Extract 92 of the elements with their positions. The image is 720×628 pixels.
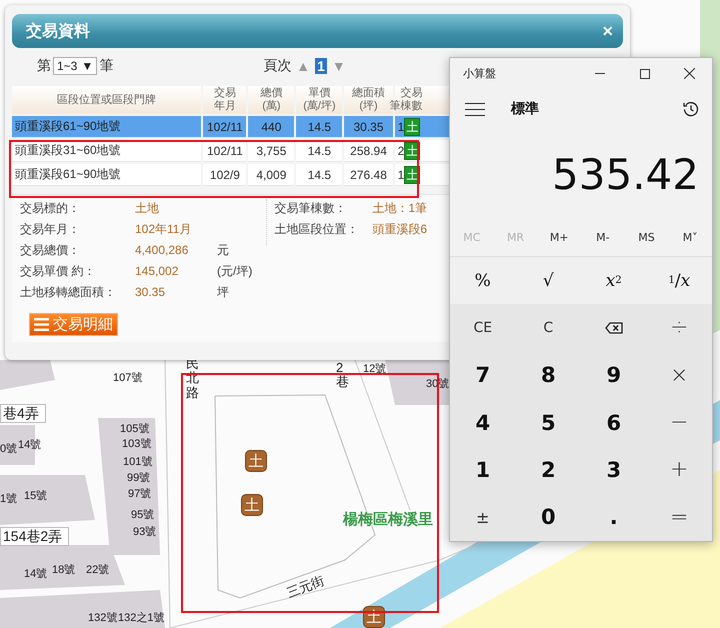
lane-label: 154巷2弄: [0, 527, 70, 546]
window-title: 小算盤: [463, 66, 497, 81]
detail-label: 土地區段位置：: [274, 220, 360, 238]
menu-icon[interactable]: [465, 102, 485, 116]
detail-value: 102年11月: [135, 220, 192, 238]
table-cell: 14.5: [296, 140, 342, 162]
table-cell: 4,009: [248, 164, 294, 186]
road-label: 2巷: [336, 361, 349, 390]
range-select[interactable]: 1~3 ▼: [53, 57, 98, 75]
table-cell: 1: [398, 120, 404, 134]
detail-value: 土地: [135, 200, 160, 216]
house-number-label: 107號: [113, 372, 142, 385]
function-key[interactable]: x$^{2}$: [581, 257, 646, 304]
function-key[interactable]: %: [450, 257, 516, 304]
table-cell: 14.5: [296, 164, 342, 186]
dialog-title: 交易資料: [26, 21, 90, 42]
unit-label: 坪: [217, 284, 229, 300]
detail-value: 土地：1筆: [372, 200, 428, 216]
detail-label: 交易標的：: [20, 200, 81, 216]
land-marker[interactable]: 土: [245, 450, 267, 472]
column-header: 單價(萬/坪): [296, 86, 342, 114]
house-number-label: 12號: [363, 363, 386, 376]
memory-button[interactable]: MS: [624, 231, 668, 244]
table-cell: 276.48: [344, 164, 393, 186]
table-row[interactable]: 頭重溪段31~60地號 102/11 3,755 14.5 258.94 2 土: [12, 140, 470, 162]
column-header: 總價(萬): [248, 86, 294, 114]
backspace-icon: [604, 322, 623, 334]
house-number-label: 15號: [24, 490, 48, 503]
function-key[interactable]: $^{1}$/x: [646, 257, 712, 304]
table-cell: 440: [248, 116, 294, 138]
house-number-label: 95號: [131, 509, 154, 522]
table-cell: 102/11: [203, 116, 246, 138]
history-icon[interactable]: [683, 101, 699, 117]
table-cell: 102/9: [203, 164, 246, 186]
detail-label: 交易年月：: [20, 220, 81, 238]
detail-label: 土地移轉總面積：: [20, 284, 117, 300]
function-key[interactable]: √: [516, 257, 581, 304]
unit-label: (元/坪): [217, 262, 252, 280]
house-number-label: 105號: [120, 423, 150, 436]
table-row[interactable]: 頭重溪段61~90地號 102/9 4,009 14.5 276.48 1 土: [12, 164, 470, 186]
detail-label: 交易單價 約：: [20, 262, 96, 280]
memory-button[interactable]: M-: [581, 231, 625, 244]
table-row[interactable]: 頭重溪段61~90地號 102/11 440 14.5 30.35 1 土: [12, 116, 470, 138]
column-header: 交易年月: [203, 86, 246, 114]
house-number-label: 99號: [127, 472, 150, 485]
table-cell: 30.35: [344, 116, 393, 138]
unit-label: 元: [217, 242, 229, 258]
house-number-label: 103號: [122, 438, 152, 451]
table-cell: 頭重溪段31~60地號: [12, 140, 202, 162]
minimize-icon: [594, 73, 604, 74]
close-icon: [684, 68, 695, 79]
detail-value: 30.35: [135, 285, 166, 299]
table-cell: 258.94: [344, 140, 393, 162]
memory-button[interactable]: M+: [537, 231, 582, 244]
table-cell: 頭重溪段61~90地號: [12, 164, 202, 186]
house-number-label: 93號: [133, 526, 156, 539]
house-number-label: 18號: [52, 564, 76, 577]
table-cell: 1: [398, 168, 404, 182]
house-number-label: 14號: [18, 439, 42, 452]
column-header: 區段位置或區段門牌: [12, 86, 202, 114]
detail-value: 4,400,286: [135, 243, 190, 257]
house-number-label: 14號: [24, 568, 48, 581]
detail-label: 交易筆棟數：: [274, 200, 348, 216]
display-value: 535.42: [551, 148, 700, 200]
table-cell: 頭重溪段61~90地號: [12, 116, 202, 138]
detail-value: 頭重溪段6: [372, 220, 428, 238]
maximize-icon: [640, 68, 650, 78]
street-label: 三元街: [284, 573, 326, 600]
mode-title: 標準: [511, 100, 540, 118]
detail-value: 145,002: [135, 264, 180, 278]
pager-label: 頁次: [263, 57, 292, 75]
house-number-label: 22號: [86, 564, 110, 577]
house-number-label: 0號: [0, 443, 18, 456]
table-cell: 14.5: [296, 116, 342, 138]
page-number[interactable]: 1: [315, 58, 327, 74]
table-cell: 102/11: [203, 140, 246, 162]
land-marker[interactable]: 土: [241, 494, 263, 516]
range-prefix: 第: [37, 57, 51, 75]
table-cell: 3,755: [248, 140, 294, 162]
house-number-label: 1號: [0, 493, 18, 506]
house-number-label: 101號: [123, 456, 152, 469]
land-badge: 土: [404, 118, 420, 136]
list-icon: [34, 318, 49, 331]
lane-label: 巷4弄: [0, 404, 46, 423]
house-number-label: 132之1號: [118, 612, 164, 625]
memory-button[interactable]: M˅: [668, 231, 712, 244]
district-label: 楊梅區梅溪里: [343, 513, 433, 526]
detail-label: 交易總價：: [20, 242, 81, 258]
house-number-label: 97號: [128, 488, 152, 501]
table-cell: 2: [398, 144, 404, 158]
house-number-label: 132號: [88, 612, 118, 625]
range-suffix: 筆: [99, 57, 114, 75]
